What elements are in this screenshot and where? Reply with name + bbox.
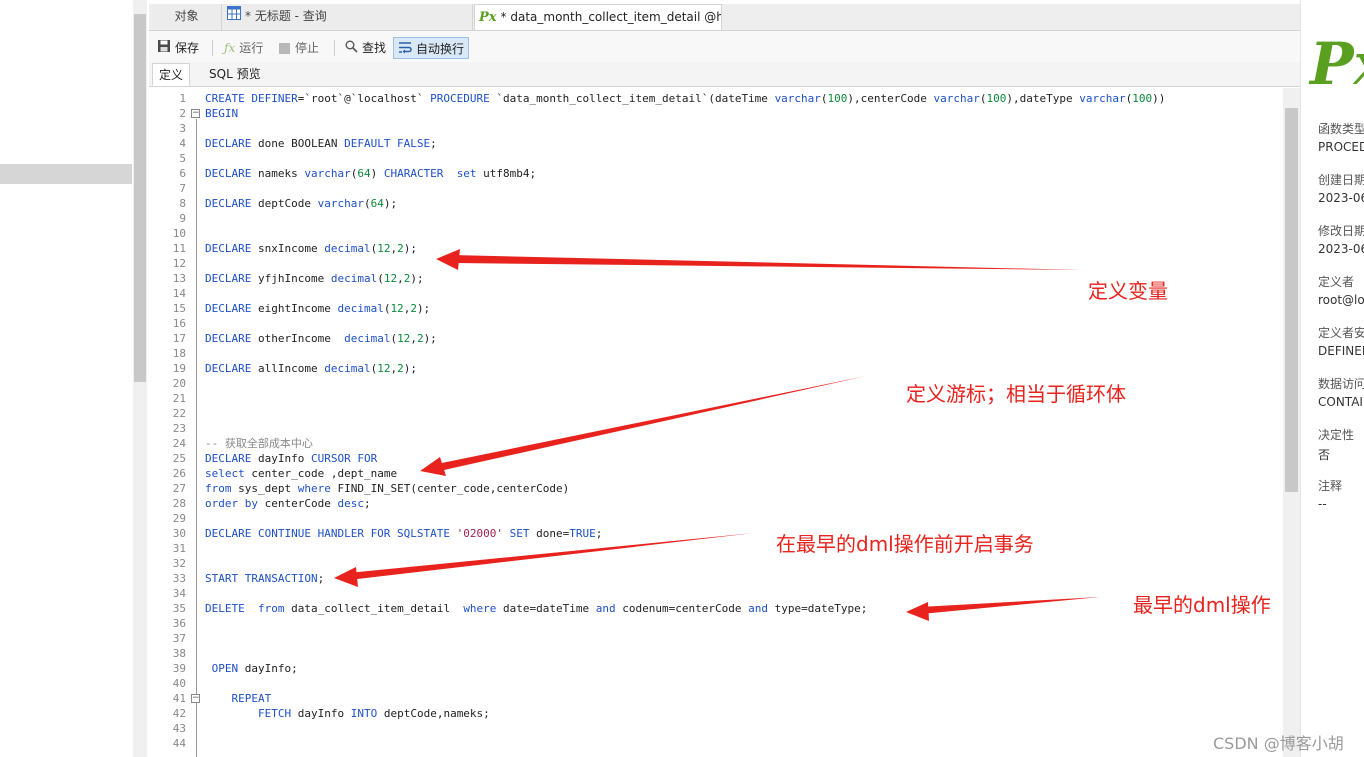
prop-comment-label: 注释	[1318, 479, 1343, 493]
arrow-define-variables	[436, 249, 1082, 270]
annotation-define-cursor: 定义游标；相当于循环体	[906, 382, 1126, 406]
annotation-open-transaction: 在最早的dml操作前开启事务	[776, 532, 1034, 556]
arrow-define-cursor	[420, 376, 866, 476]
prop-function-type-label: 函数类型	[1318, 122, 1364, 136]
prop-created-label: 创建日期	[1318, 173, 1364, 187]
annotation-earliest-dml: 最早的dml操作	[1133, 593, 1271, 617]
arrow-earliest-dml	[906, 597, 1100, 621]
prop-data-access-label: 数据访问	[1318, 377, 1364, 391]
prop-created-value: 2023-06	[1318, 191, 1364, 205]
arrow-open-transaction	[334, 533, 754, 587]
prop-data-access-value: CONTAINS SQL	[1318, 395, 1364, 409]
prop-modified-label: 修改日期	[1318, 224, 1364, 238]
prop-deterministic-label: 决定性	[1318, 428, 1355, 442]
prop-deterministic-value: 否	[1318, 448, 1331, 462]
annotation-define-variables: 定义变量	[1088, 279, 1168, 303]
prop-definer-label: 定义者	[1318, 275, 1355, 289]
prop-security-label: 定义者安全	[1318, 326, 1364, 340]
prop-comment-value: --	[1318, 497, 1327, 511]
prop-security-value: DEFINER	[1318, 344, 1364, 358]
prop-modified-value: 2023-06	[1318, 242, 1364, 256]
prop-definer-value: root@localhost	[1318, 293, 1364, 307]
watermark: CSDN @博客小胡	[1213, 734, 1344, 753]
prop-function-type-value: PROCEDURE	[1318, 140, 1364, 154]
procedure-logo-icon: Px	[1310, 30, 1364, 98]
